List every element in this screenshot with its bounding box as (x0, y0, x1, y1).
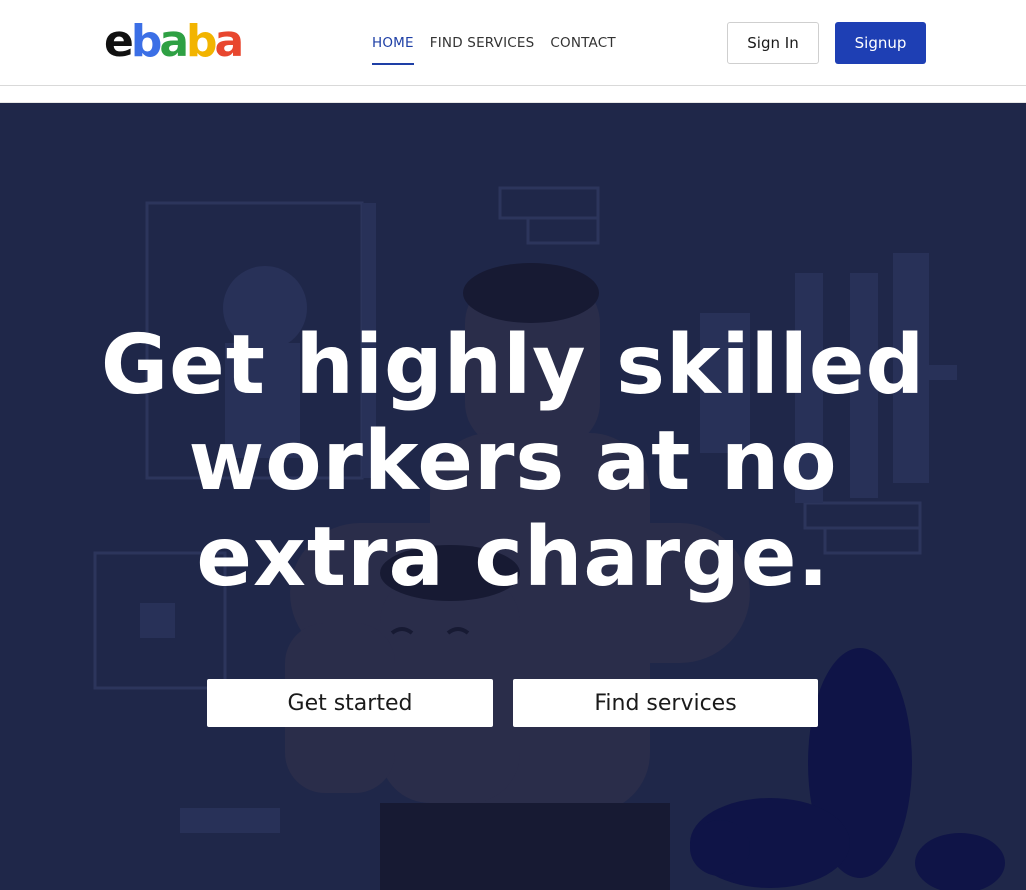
headline-line: extra charge. (196, 510, 830, 605)
logo-letter: b (186, 16, 217, 67)
headline-line: Get highly skilled (100, 318, 926, 413)
nav-home[interactable]: HOME (372, 34, 414, 65)
headline-line: workers at no (188, 414, 838, 509)
logo-letter: e (104, 16, 134, 67)
nav-contact[interactable]: CONTACT (550, 34, 615, 65)
logo-letter: b (130, 16, 162, 67)
ebaba-logo[interactable]: e b a b a (104, 16, 245, 67)
find-services-button[interactable]: Find services (513, 679, 818, 727)
logo-letter: a (159, 16, 189, 67)
logo-letter: a (214, 16, 245, 67)
hero-headline: Get highly skilled workers at no extra c… (60, 318, 966, 606)
get-started-button[interactable]: Get started (207, 679, 493, 727)
site-header: e b a b a HOME FIND SERVICES CONTACT Sig… (0, 0, 1026, 86)
hero-section: Get highly skilled workers at no extra c… (0, 103, 1026, 890)
signup-button[interactable]: Signup (835, 22, 926, 64)
sign-in-button[interactable]: Sign In (727, 22, 819, 64)
main-nav: HOME FIND SERVICES CONTACT (372, 34, 616, 65)
header-divider (0, 86, 1026, 103)
nav-find-services[interactable]: FIND SERVICES (430, 34, 535, 65)
